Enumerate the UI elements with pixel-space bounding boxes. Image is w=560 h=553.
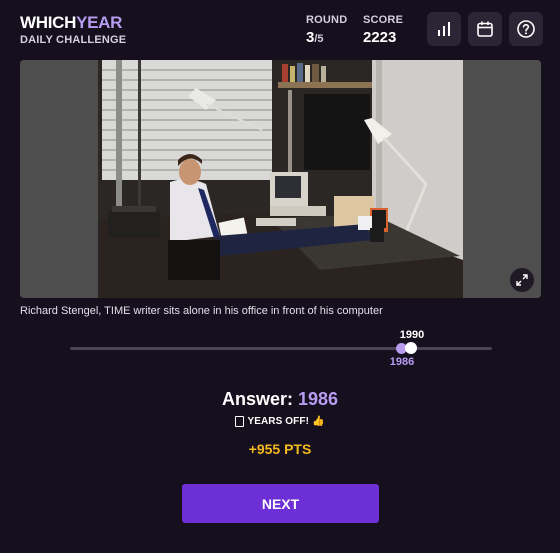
logo-subtitle: DAILY CHALLENGE [20, 34, 127, 46]
calendar-button[interactable] [468, 12, 502, 46]
challenge-photo [20, 60, 541, 298]
calendar-icon [477, 21, 493, 37]
game-page: WHICHYEAR DAILY CHALLENGE ROUND 3/5 SCOR… [0, 0, 560, 553]
correct-year-marker [405, 342, 417, 354]
years-off-line: YEARS OFF! 👍 [0, 416, 560, 427]
round-stat: ROUND 3/5 [306, 14, 347, 46]
correct-year-label: 1990 [399, 329, 425, 341]
expand-icon [516, 274, 528, 286]
logo: WHICHYEAR DAILY CHALLENGE [20, 14, 127, 47]
thumbs-up-emoji: 👍 [312, 416, 325, 427]
logo-word-year: YEAR [76, 13, 123, 32]
round-total: /5 [314, 33, 324, 45]
score-value: 2223 [363, 29, 397, 46]
answer-label: Answer: [221, 389, 293, 409]
expand-photo-button[interactable] [510, 268, 534, 292]
years-off-count-box [235, 416, 245, 427]
office-photo-illustration [20, 60, 541, 298]
next-button[interactable]: NEXT [182, 484, 379, 523]
answer-line: Answer: 1986 [0, 389, 560, 410]
photo-caption: Richard Stengel, TIME writer sits alone … [20, 305, 383, 317]
answer-year: 1986 [297, 389, 339, 409]
years-off-text: YEARS OFF! [247, 416, 309, 427]
round-value: 3/5 [306, 29, 347, 46]
bar-chart-icon [438, 22, 450, 36]
points-earned: +955 PTS [248, 441, 312, 457]
round-label: ROUND [306, 14, 348, 26]
logo-word-which: WHICH [20, 13, 77, 32]
stats-button[interactable] [427, 12, 461, 46]
help-button[interactable] [509, 12, 543, 46]
score-stat: SCORE 2223 [363, 14, 403, 46]
score-label: SCORE [363, 14, 404, 26]
year-timeline-track [70, 347, 492, 350]
logo-title: WHICHYEAR [20, 14, 126, 32]
guess-year-label: 1986 [389, 356, 415, 368]
help-icon [517, 20, 535, 38]
